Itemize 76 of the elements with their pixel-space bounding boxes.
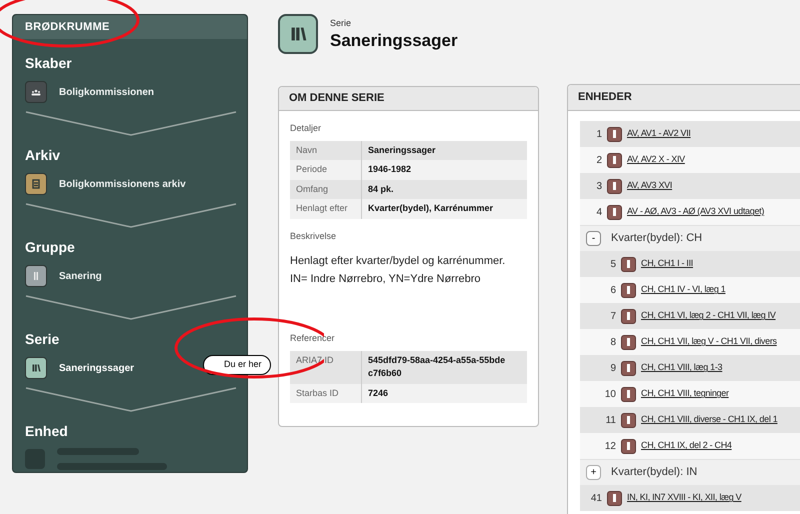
section-label: Detaljer: [290, 122, 322, 135]
unit-link[interactable]: CH, CH1 IV - VI, læg 1: [641, 283, 726, 297]
section-label: Beskrivelse: [290, 230, 338, 242]
detail-label: Henlagt efter: [290, 199, 362, 218]
breadcrumb-header: BRØDKRUMME: [13, 15, 247, 39]
page-title: Saneringssager: [330, 30, 458, 52]
breadcrumb-link[interactable]: Boligkommissionen: [59, 84, 154, 100]
detail-value: 84 pk.: [367, 182, 395, 196]
header-subtitle: Serie: [330, 16, 352, 30]
unit-icon: [607, 490, 622, 506]
level-heading: Arkiv: [25, 146, 62, 165]
unit-link[interactable]: AV - AØ, AV3 - AØ (AV3 XVI udtaget): [627, 205, 764, 219]
unit-icon: [621, 438, 636, 454]
unit-icon: [607, 178, 622, 194]
you-are-here-callout: Du er her: [203, 355, 271, 374]
level-heading: Skaber: [25, 54, 73, 73]
reference-value: 7246: [367, 386, 390, 400]
panel-header: ENHEDER: [568, 85, 800, 111]
unit-number: 12: [604, 440, 616, 454]
unit-icon: [607, 126, 622, 142]
unit-icon: [621, 412, 636, 428]
unit-link[interactable]: CH, CH1 VIII, diverse - CH1 IX, del 1: [641, 413, 778, 427]
description-text: Henlagt efter kvarter/bydel og karrénummer.: [290, 254, 506, 269]
unit-icon: [621, 308, 636, 324]
unit-number: 41: [590, 492, 602, 506]
unit-icon: [621, 256, 636, 272]
detail-value: Kvarter(bydel), Karrénummer: [367, 202, 494, 215]
unit-number: 7: [609, 310, 616, 324]
reference-value: 545dfd79-58aa-4254-a55a-55bdec7f6b60: [367, 354, 506, 380]
unit-link[interactable]: CH, CH1 VIII, læg 1-3: [641, 361, 722, 375]
creator-icon: [25, 81, 47, 103]
group-label: Kvarter(bydel): IN: [611, 465, 698, 480]
series-icon: [25, 357, 47, 379]
unit-link[interactable]: AV, AV1 - AV2 VII: [627, 127, 691, 141]
unit-icon: [607, 152, 622, 168]
level-heading: Enhed: [25, 422, 69, 441]
breadcrumb-link[interactable]: Boligkommissionens arkiv: [59, 176, 186, 192]
unit-number: 2: [595, 154, 602, 168]
group-icon: [25, 265, 47, 287]
archive-icon: [25, 173, 47, 195]
group-label: Kvarter(bydel): CH: [611, 231, 702, 246]
unit-number: 4: [595, 206, 602, 220]
unit-number: 10: [604, 388, 616, 402]
unit-icon: [621, 386, 636, 402]
unit-link[interactable]: IN, KI, IN7 XVIII - KI, XII, læg V: [627, 491, 742, 505]
level-heading: Gruppe: [25, 238, 76, 257]
level-heading: Serie: [25, 330, 60, 349]
unit-number: 9: [609, 362, 616, 376]
breadcrumb-link[interactable]: Sanering: [59, 268, 102, 284]
toggle-button[interactable]: -: [586, 231, 601, 246]
description-text: IN= Indre Nørrebro, YN=Ydre Nørrebro: [290, 272, 482, 287]
unit-link[interactable]: CH, CH1 IX, del 2 - CH4: [641, 439, 732, 453]
panel-header: OM DENNE SERIE: [279, 87, 538, 111]
unit-link[interactable]: CH, CH1 I - III: [641, 257, 694, 271]
unit-icon: [621, 334, 636, 350]
reference-label: Starbas ID: [290, 384, 362, 403]
unit-link[interactable]: CH, CH1 VI, læg 2 - CH1 VII, læg IV: [641, 309, 776, 323]
unit-link[interactable]: CH, CH1 VII, læg V - CH1 VII, divers: [641, 335, 777, 349]
detail-value: Saneringssager: [367, 144, 437, 157]
unit-link[interactable]: AV, AV2 X - XIV: [627, 153, 685, 167]
unit-link[interactable]: CH, CH1 VIII, tegninger: [641, 387, 729, 401]
unit-number: 1: [595, 128, 602, 142]
section-label: Referencer: [290, 332, 336, 345]
toggle-button[interactable]: +: [586, 465, 601, 480]
unit-icon: [621, 282, 636, 298]
unit-number: 11: [604, 414, 616, 428]
unit-number: 5: [609, 258, 616, 272]
unit-icon: [607, 204, 622, 220]
unit-link[interactable]: AV, AV3 XVI: [627, 179, 672, 193]
unit-number: 6: [609, 284, 616, 298]
series-icon: [278, 14, 318, 54]
unit-number: 3: [595, 180, 602, 194]
unit-icon: [621, 360, 636, 376]
detail-value: 1946-1982: [367, 163, 412, 176]
breadcrumb-link[interactable]: Saneringssager: [59, 360, 134, 376]
unit-number: 8: [609, 336, 616, 350]
